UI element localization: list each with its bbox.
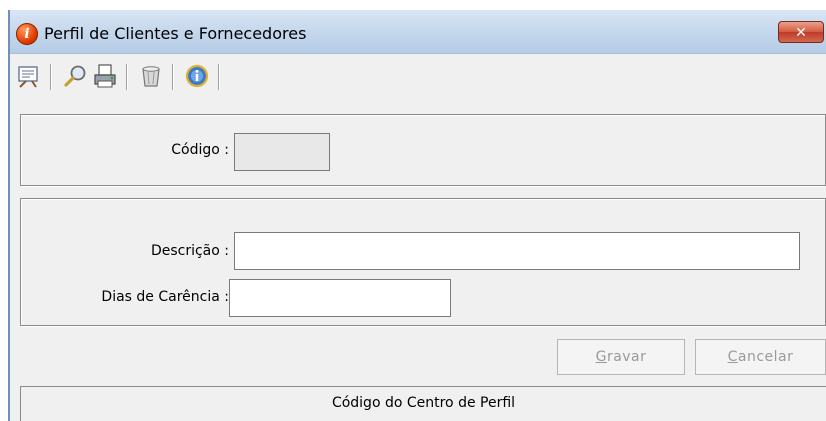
- descricao-label: Descrição :: [150, 243, 229, 259]
- dias-carencia-input[interactable]: [229, 279, 451, 317]
- title-bar[interactable]: i Perfil de Clientes e Fornecedores ✕: [10, 10, 826, 54]
- toolbar-separator: [218, 64, 220, 90]
- dias-carencia-label: Dias de Carência :: [101, 289, 229, 305]
- window-title: Perfil de Clientes e Fornecedores: [44, 24, 307, 43]
- search-icon[interactable]: [62, 63, 88, 89]
- info-icon: i: [16, 23, 38, 45]
- close-button[interactable]: ✕: [778, 21, 824, 43]
- descricao-input[interactable]: [234, 232, 800, 270]
- toolbar-separator: [50, 64, 52, 90]
- cancelar-hotkey: C: [727, 349, 738, 365]
- status-bar: Código do Centro de Perfil: [20, 386, 826, 421]
- help-icon[interactable]: [184, 63, 210, 89]
- cancelar-label: ancelar: [737, 349, 794, 365]
- toolbar-separator: [172, 64, 174, 90]
- details-group: Descrição : Dias de Carência :: [20, 198, 826, 326]
- print-icon[interactable]: [92, 63, 118, 89]
- main-window: i Perfil de Clientes e Fornecedores ✕ Có…: [8, 10, 826, 421]
- gravar-hotkey: G: [595, 349, 607, 365]
- cancelar-button[interactable]: Cancelar: [695, 339, 826, 375]
- delete-icon[interactable]: [138, 63, 164, 89]
- codigo-label: Código :: [171, 142, 229, 158]
- codigo-group: Código :: [20, 114, 826, 186]
- new-record-icon[interactable]: [16, 63, 42, 89]
- toolbar: [10, 54, 826, 99]
- gravar-button[interactable]: Gravar: [557, 339, 685, 375]
- gravar-label: ravar: [606, 349, 647, 365]
- codigo-input[interactable]: [234, 133, 330, 171]
- toolbar-separator: [126, 64, 128, 90]
